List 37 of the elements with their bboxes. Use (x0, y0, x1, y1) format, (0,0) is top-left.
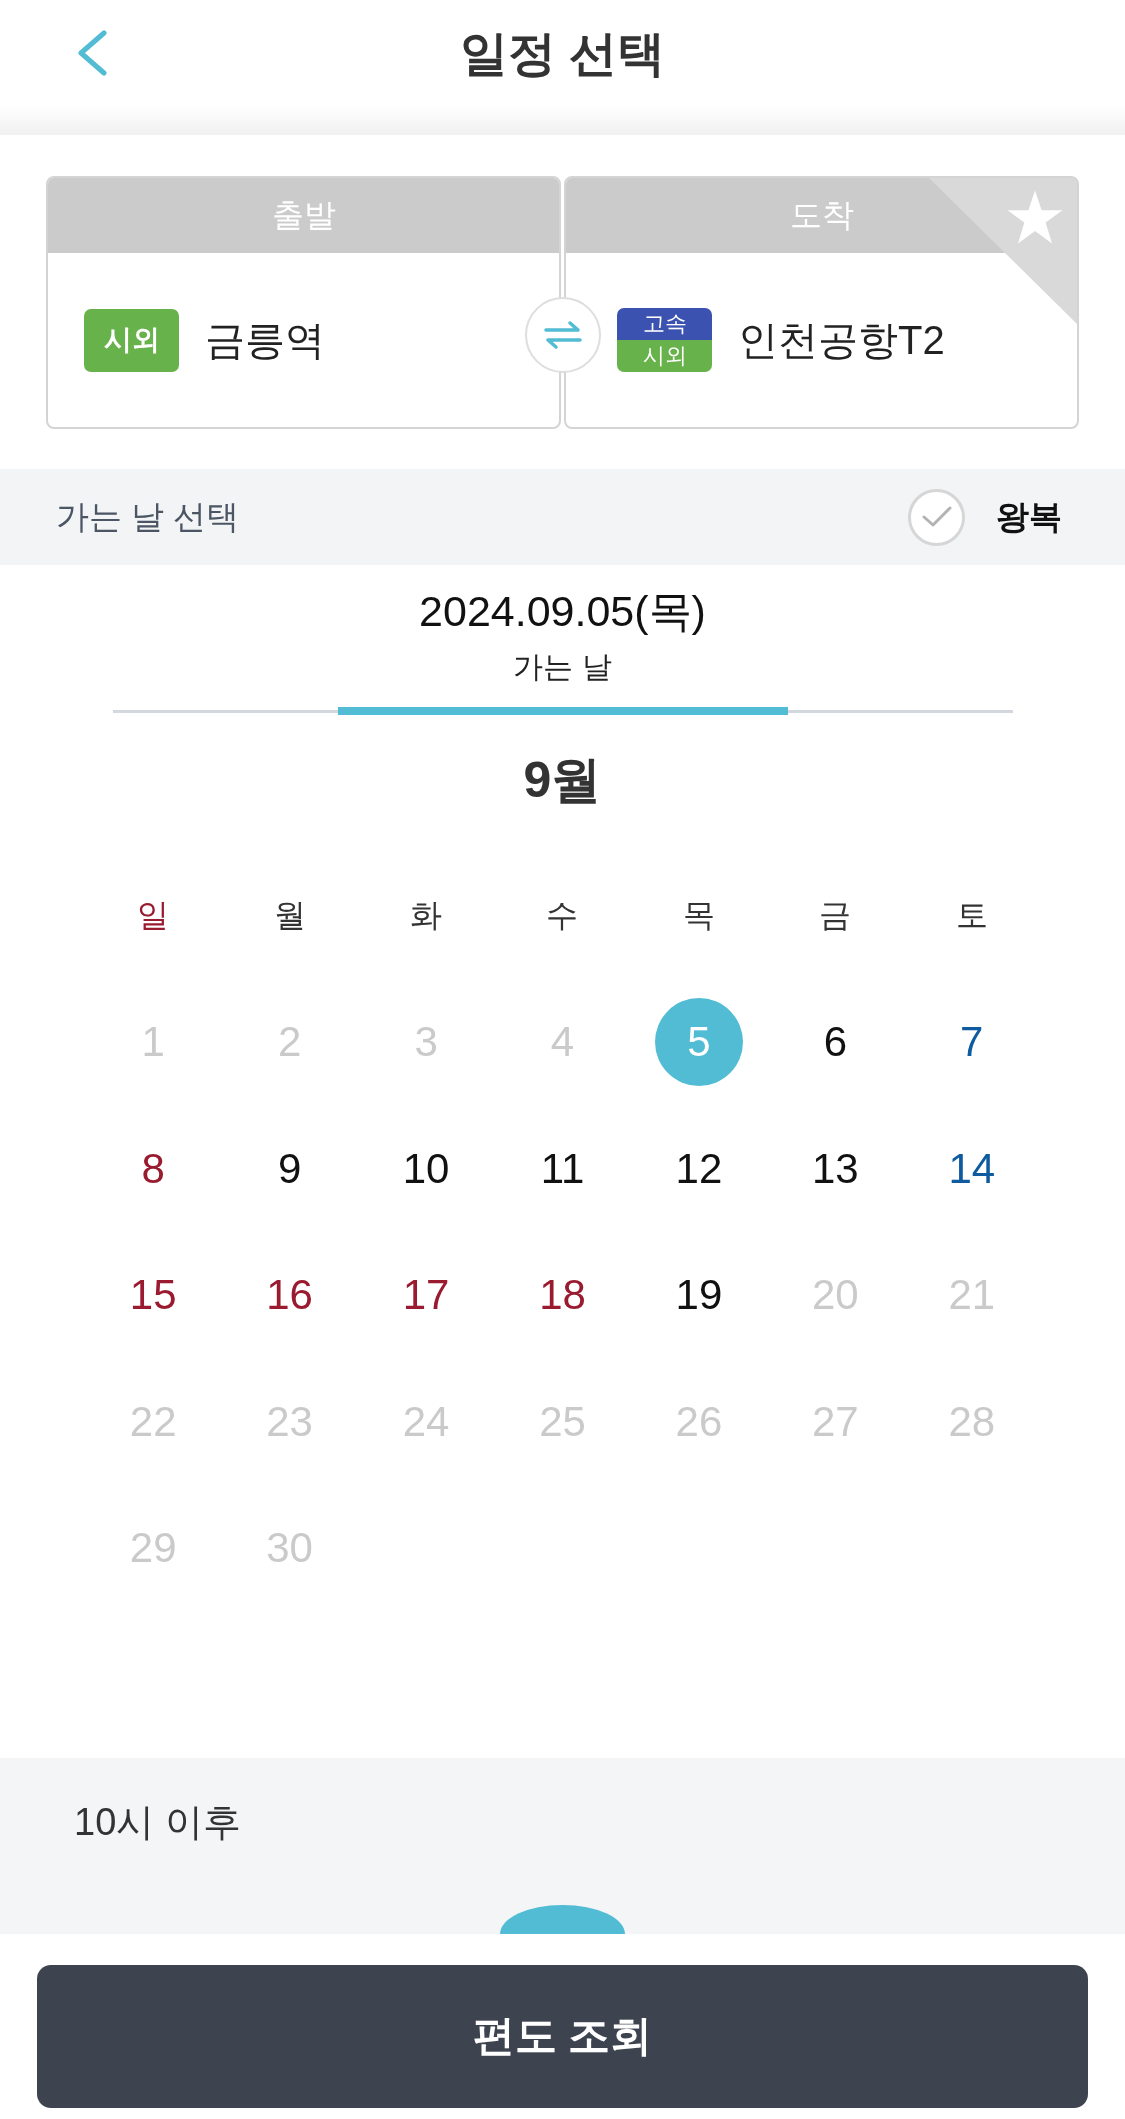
weekday-label: 목 (682, 896, 715, 935)
calendar-day[interactable]: 6 (823, 1021, 848, 1064)
chevron-left-icon (76, 30, 108, 76)
calendar-day[interactable]: 19 (675, 1274, 723, 1317)
service-badge: 시외 (84, 308, 179, 372)
date-bar-label: 가는 날 선택 (56, 496, 240, 537)
date-caption: 가는 날 (513, 649, 612, 685)
calendar-day[interactable]: 9 (277, 1147, 302, 1190)
calendar-day[interactable]: 14 (948, 1147, 996, 1190)
station-name: 금릉역 (205, 316, 325, 364)
calendar-day[interactable]: 8 (141, 1147, 165, 1190)
weekday-label: 토 (955, 896, 988, 935)
page-title: 일정 선택 (459, 26, 666, 82)
time-filter-label: 10시 이후 (74, 1802, 241, 1841)
calendar-day[interactable]: 10 (402, 1147, 450, 1190)
month-title: 9월 (523, 755, 602, 805)
search-button[interactable]: 편도 조회 (37, 1964, 1088, 2108)
calendar-day[interactable]: 7 (960, 1021, 984, 1064)
calendar-day[interactable]: 13 (812, 1147, 859, 1190)
calendar-day[interactable]: 18 (539, 1274, 586, 1317)
swap-arrows-icon (542, 320, 583, 350)
calendar-day[interactable]: 15 (129, 1274, 177, 1317)
calendar-day[interactable]: 12 (675, 1147, 723, 1190)
selected-date: 2024.09.05(목) (419, 586, 706, 637)
calendar-day[interactable]: 17 (402, 1274, 450, 1317)
round-trip-toggle[interactable]: 왕복 (908, 488, 1062, 546)
station-name: 인천공항T2 (738, 316, 945, 364)
calendar-day[interactable]: 16 (266, 1274, 313, 1317)
weekday-label: 화 (410, 896, 443, 935)
service-badge: 시외 (617, 340, 712, 372)
weekday-label: 일 (137, 896, 170, 935)
back-button[interactable] (76, 30, 108, 76)
weekday-label: 수 (546, 896, 579, 935)
weekday-label: 월 (273, 896, 306, 935)
service-badge: 고속 (617, 308, 712, 340)
calendar-day[interactable]: 11 (540, 1147, 585, 1190)
weekday-label: 금 (819, 896, 852, 935)
